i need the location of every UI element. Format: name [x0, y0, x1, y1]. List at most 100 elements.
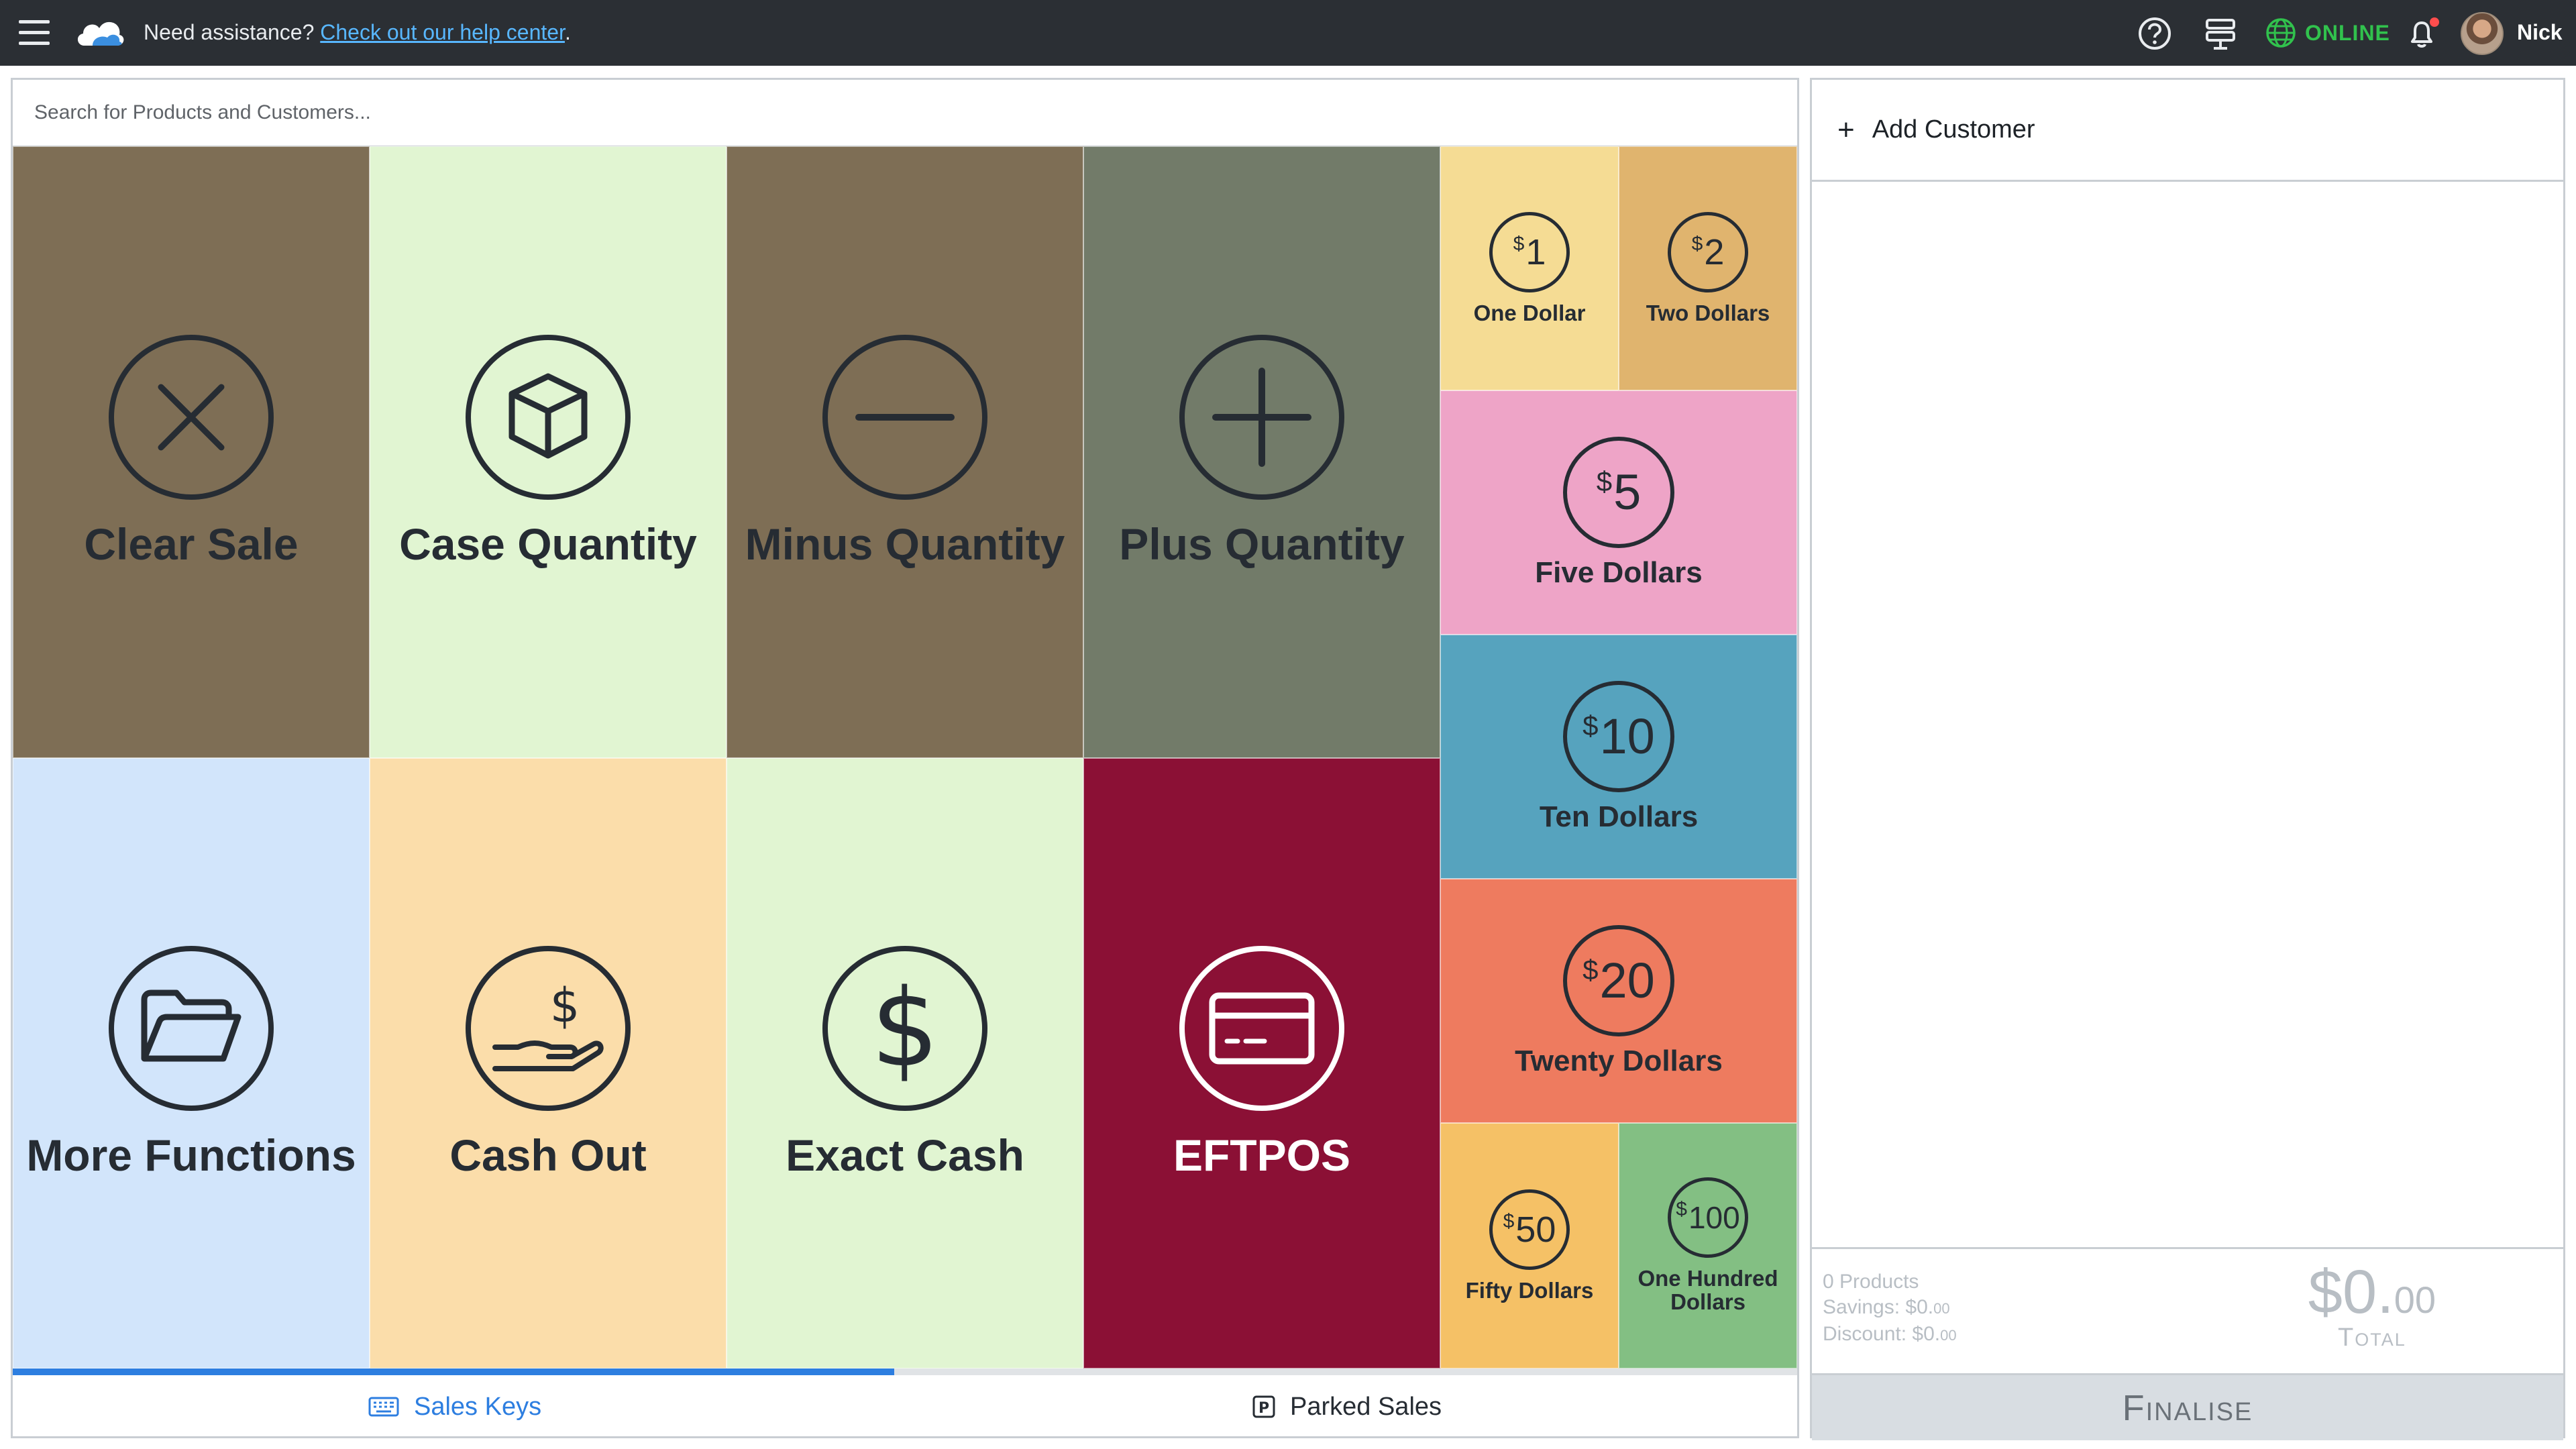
add-customer-label: Add Customer [1872, 115, 2035, 144]
close-circle-icon [109, 335, 274, 500]
ten-dollars-key[interactable]: $10 Ten Dollars [1440, 635, 1797, 879]
more-functions-key[interactable]: More Functions [13, 758, 370, 1368]
sale-panel: + Add Customer 0 Products Savings: $0.00… [1810, 78, 2565, 1440]
key-label: One Hundred Dollars [1638, 1266, 1778, 1314]
globe-icon [2266, 18, 2296, 48]
tab-parked-sales[interactable]: P Parked Sales [1252, 1375, 1442, 1438]
cash-out-key[interactable]: $ Cash Out [370, 758, 727, 1368]
svg-text:P: P [1258, 1400, 1269, 1417]
sales-keys-grid: Clear Sale Case Quantity Minus Quantity … [11, 146, 1799, 1368]
key-label: More Functions [26, 1130, 356, 1180]
active-tab-indicator [13, 1368, 894, 1375]
key-label: Twenty Dollars [1515, 1044, 1723, 1077]
search-box [11, 78, 1799, 148]
exact-cash-key[interactable]: $ Exact Cash [727, 758, 1083, 1368]
minus-quantity-key[interactable]: Minus Quantity [727, 146, 1083, 758]
one-dollar-key[interactable]: $1 One Dollar [1440, 146, 1619, 390]
one-hundred-dollars-key[interactable]: $100 One Hundred Dollars [1619, 1123, 1797, 1368]
case-quantity-key[interactable]: Case Quantity [370, 146, 727, 758]
top-bar: Need assistance? Check out our help cent… [0, 0, 2576, 66]
key-label: Cash Out [449, 1130, 647, 1180]
search-input[interactable] [13, 80, 1797, 146]
notification-dot [2430, 17, 2439, 27]
key-label: EFTPOS [1173, 1130, 1351, 1180]
bottom-tabs: Sales Keys P Parked Sales [11, 1368, 1799, 1438]
coin-icon: $2 [1668, 211, 1748, 292]
eftpos-key[interactable]: EFTPOS [1083, 758, 1440, 1368]
total-display: $0.00 Total [2308, 1257, 2436, 1352]
tab-label: Sales Keys [414, 1392, 542, 1421]
cloud-logo[interactable] [72, 15, 126, 51]
plus-icon: + [1837, 113, 1855, 146]
register-icon[interactable] [2202, 15, 2239, 52]
coin-icon: $1 [1489, 211, 1570, 292]
avatar[interactable] [2461, 12, 2504, 55]
help-center-link[interactable]: Check out our help center [320, 20, 565, 44]
svg-text:$: $ [550, 978, 580, 1033]
plus-quantity-key[interactable]: Plus Quantity [1083, 146, 1440, 758]
twenty-dollars-key[interactable]: $20 Twenty Dollars [1440, 879, 1797, 1123]
user-name[interactable]: Nick [2517, 20, 2563, 45]
key-label: Plus Quantity [1119, 519, 1405, 569]
tab-indicator-track [894, 1368, 1797, 1375]
plus-icon [1179, 335, 1344, 500]
key-label: Five Dollars [1535, 555, 1703, 589]
tab-label: Parked Sales [1290, 1392, 1442, 1421]
assist-text: Need assistance? [144, 20, 315, 44]
box-icon [466, 335, 631, 500]
total-cents: 00 [2394, 1279, 2436, 1321]
coin-value: 10 [1599, 708, 1655, 765]
five-dollars-key[interactable]: $5 Five Dollars [1440, 390, 1797, 635]
folder-icon [109, 946, 274, 1111]
keyboard-icon [368, 1397, 399, 1417]
coin-icon: $20 [1563, 924, 1674, 1036]
card-icon [1179, 946, 1344, 1111]
menu-icon[interactable] [19, 20, 50, 46]
savings-row: Savings: $0.00 [1823, 1295, 1957, 1322]
discount-cents: 00 [1940, 1327, 1957, 1344]
minus-icon [822, 335, 987, 500]
key-label: One Dollar [1473, 300, 1586, 325]
help-banner: Need assistance? Check out our help cent… [144, 20, 571, 45]
sale-summary: 0 Products Savings: $0.00 Discount: $0.0… [1812, 1247, 2563, 1373]
key-label: Clear Sale [84, 519, 299, 569]
total-label: Total [2338, 1324, 2406, 1352]
key-label: Case Quantity [399, 519, 697, 569]
key-label: Ten Dollars [1539, 800, 1699, 833]
hand-dollar-icon: $ [466, 946, 631, 1111]
fifty-dollars-key[interactable]: $50 Fifty Dollars [1440, 1123, 1619, 1368]
finalise-button[interactable]: Finalise [1812, 1373, 2563, 1440]
savings-cents: 00 [1933, 1300, 1950, 1317]
add-customer-button[interactable]: + Add Customer [1812, 80, 2563, 182]
tab-sales-keys[interactable]: Sales Keys [368, 1375, 541, 1438]
coin-icon: $100 [1668, 1177, 1748, 1258]
coin-icon: $5 [1563, 436, 1674, 548]
coin-value: 2 [1704, 231, 1725, 272]
dollar-icon: $ [822, 946, 987, 1111]
help-suffix: . [564, 20, 571, 44]
coin-value: 100 [1688, 1200, 1740, 1236]
product-count: 0 Products [1823, 1271, 1919, 1293]
coin-value: 20 [1599, 953, 1655, 1009]
parking-icon: P [1252, 1395, 1275, 1418]
two-dollars-key[interactable]: $2 Two Dollars [1619, 146, 1797, 390]
online-label: ONLINE [2305, 20, 2390, 45]
clear-sale-key[interactable]: Clear Sale [13, 146, 370, 758]
sale-meta: 0 Products Savings: $0.00 Discount: $0.0… [1823, 1269, 1957, 1348]
total-whole: $0. [2308, 1258, 2394, 1326]
key-label: Exact Cash [786, 1130, 1024, 1180]
online-status: ONLINE [2265, 16, 2390, 50]
coin-value: 50 [1515, 1209, 1556, 1250]
key-label: Two Dollars [1646, 300, 1770, 325]
coin-value: 5 [1613, 464, 1642, 521]
coin-icon: $50 [1489, 1189, 1570, 1270]
svg-text:$: $ [871, 971, 939, 1085]
help-icon[interactable] [2136, 15, 2174, 52]
coin-icon: $10 [1563, 680, 1674, 792]
discount-row: Discount: $0.00 [1823, 1322, 1957, 1348]
savings-label: Savings: $0. [1823, 1296, 1934, 1318]
key-label: Minus Quantity [745, 519, 1065, 569]
key-label: Fifty Dollars [1465, 1277, 1594, 1303]
discount-label: Discount: $0. [1823, 1323, 1941, 1345]
coin-value: 1 [1525, 231, 1546, 272]
